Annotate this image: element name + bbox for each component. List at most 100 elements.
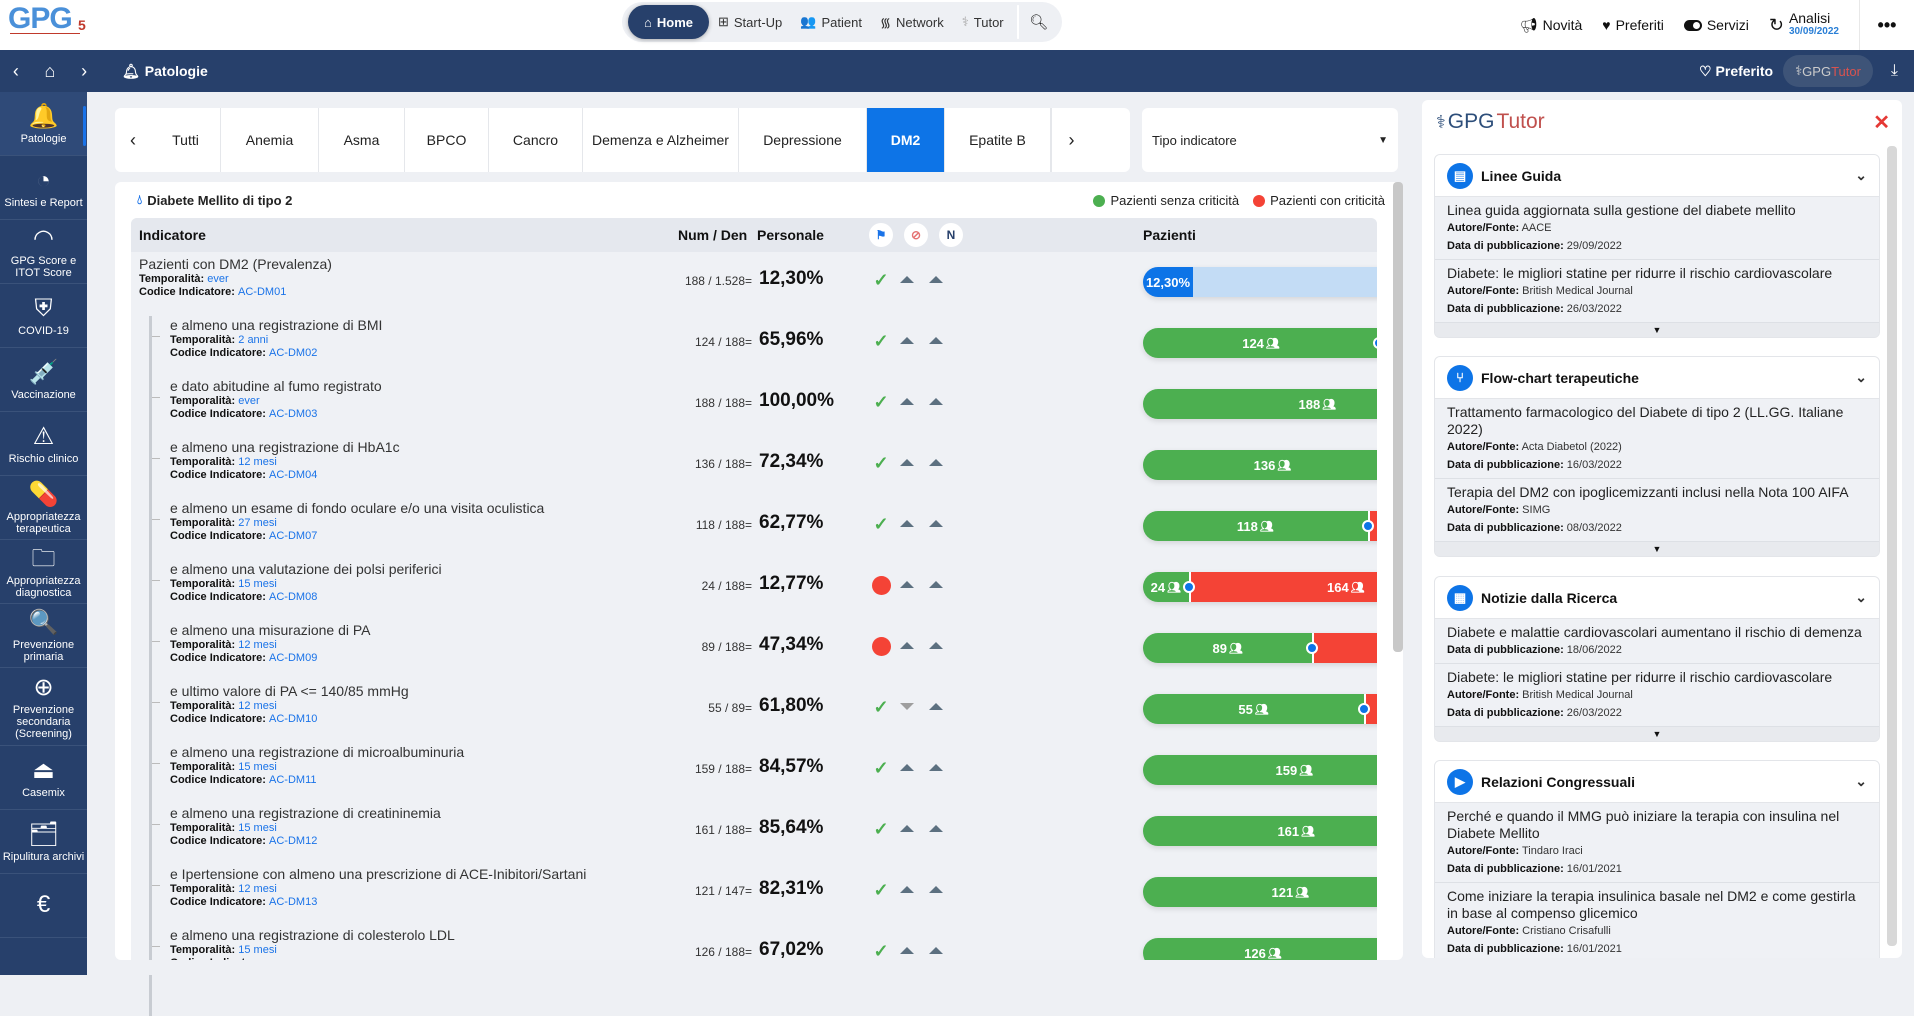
- codice-value[interactable]: AC-DM07: [269, 530, 317, 542]
- patients-ok-segment[interactable]: 124👥︎: [1143, 328, 1377, 358]
- tutor-section-header[interactable]: ▦Notizie dalla Ricerca⌄: [1435, 577, 1879, 619]
- tabs-next-button[interactable]: ›: [1051, 108, 1091, 172]
- close-tutor-button[interactable]: ✕: [1873, 110, 1890, 135]
- tutor-article[interactable]: Linea guida aggiornata sulla gestione de…: [1435, 197, 1879, 260]
- tutor-section-header[interactable]: ▤Linee Guida⌄: [1435, 155, 1879, 197]
- preferiti-button[interactable]: ♥Preferiti: [1602, 17, 1664, 33]
- patients-ok-segment[interactable]: 89👥︎: [1143, 633, 1312, 663]
- header-numden[interactable]: Num / Den: [678, 227, 747, 243]
- nav-patient[interactable]: 👥Patient: [791, 5, 871, 39]
- table-row[interactable]: e almeno una registrazione di creatinine…: [131, 801, 1377, 862]
- table-row[interactable]: e almeno una registrazione di HbA1cTempo…: [131, 435, 1377, 496]
- patients-bar[interactable]: 12,30%: [1143, 267, 1377, 297]
- sidebar-item-gpg-score-e-itot-score[interactable]: ◠GPG Score e ITOT Score: [0, 220, 87, 284]
- preferito-button[interactable]: ♡Preferito: [1699, 63, 1773, 80]
- patients-ko-segment[interactable]: 164👥︎: [1189, 572, 1377, 602]
- tab-tutti[interactable]: Tutti: [151, 108, 221, 172]
- analisi-button[interactable]: ↻Analisi30/09/2022: [1769, 11, 1839, 39]
- sidebar-item-sintesi-e-report[interactable]: ◔Sintesi e Report: [0, 156, 87, 220]
- tab-dm2[interactable]: DM2: [867, 108, 945, 172]
- sidebar-item-covid-19[interactable]: ⛨COVID-19: [0, 284, 87, 348]
- patients-bar[interactable]: 89👥︎99👥︎: [1143, 633, 1377, 663]
- temporalita-value[interactable]: 15 mesi: [238, 578, 277, 590]
- codice-value[interactable]: AC-DM01: [238, 286, 286, 298]
- codice-value[interactable]: AC-DM02: [269, 347, 317, 359]
- patients-ok-segment[interactable]: 55👥︎: [1143, 694, 1364, 724]
- tab-demenza-e-alzheimer[interactable]: Demenza e Alzheimer: [583, 108, 739, 172]
- tab-anemia[interactable]: Anemia: [221, 108, 319, 172]
- patients-ok-segment[interactable]: 126👥︎: [1143, 938, 1377, 960]
- header-indicatore[interactable]: Indicatore: [139, 227, 206, 243]
- table-row[interactable]: e almeno una registrazione di microalbum…: [131, 740, 1377, 801]
- patients-ok-segment[interactable]: 24👥︎: [1143, 572, 1189, 602]
- table-row[interactable]: e ultimo valore di PA <= 140/85 mmHgTemp…: [131, 679, 1377, 740]
- target-icon[interactable]: ⊘: [904, 223, 928, 247]
- patients-bar[interactable]: 136👥︎52👥︎: [1143, 450, 1377, 480]
- home-icon[interactable]: ⌂: [45, 61, 56, 82]
- nav-network[interactable]: ᯾Network: [871, 5, 953, 39]
- back-icon[interactable]: ‹: [13, 61, 19, 82]
- patients-bar[interactable]: 161👥︎27👥︎: [1143, 816, 1377, 846]
- tutor-article[interactable]: Diabete: le migliori statine per ridurre…: [1435, 664, 1879, 727]
- codice-value[interactable]: AC-DM10: [269, 713, 317, 725]
- temporalita-value[interactable]: 12 mesi: [238, 456, 277, 468]
- download-button[interactable]: ⤓: [1891, 62, 1898, 80]
- tab-depressione[interactable]: Depressione: [739, 108, 867, 172]
- table-row[interactable]: e Ipertensione con almeno una prescrizio…: [131, 862, 1377, 923]
- tutor-article[interactable]: Diabete: le migliori statine per ridurre…: [1435, 260, 1879, 323]
- sidebar-item-item[interactable]: €: [0, 874, 87, 938]
- patients-ok-segment[interactable]: 188👥︎: [1143, 389, 1377, 419]
- codice-value[interactable]: AC-DM11: [269, 774, 316, 786]
- patients-ok-segment[interactable]: 121👥︎: [1143, 877, 1377, 907]
- codice-value[interactable]: AC-DM04: [269, 469, 317, 481]
- table-row[interactable]: e almeno una registrazione di colesterol…: [131, 923, 1377, 960]
- table-row[interactable]: e almeno un esame di fondo oculare e/o u…: [131, 496, 1377, 557]
- table-row[interactable]: e dato abitudine al fumo registratoTempo…: [131, 374, 1377, 435]
- sidebar-item-patologie[interactable]: 🔔Patologie: [0, 92, 87, 156]
- codice-value[interactable]: AC-DM08: [269, 591, 317, 603]
- tutor-article[interactable]: Terapia del DM2 con ipoglicemizzanti inc…: [1435, 479, 1879, 542]
- nav-home[interactable]: ⌂Home: [628, 5, 709, 39]
- network-n-icon[interactable]: N: [939, 223, 963, 247]
- sidebar-item-appropriatezza-diagnostica[interactable]: 🗀Appropriatezza diagnostica: [0, 540, 87, 604]
- header-pazienti[interactable]: Pazienti: [1143, 227, 1196, 243]
- temporalita-value[interactable]: 15 mesi: [238, 761, 277, 773]
- temporalita-value[interactable]: 12 mesi: [238, 639, 277, 651]
- temporalita-value[interactable]: 15 mesi: [238, 822, 277, 834]
- patients-ok-segment[interactable]: 118👥︎: [1143, 511, 1368, 541]
- tutor-scrollbar[interactable]: [1887, 146, 1897, 946]
- show-more-button[interactable]: ▼: [1435, 727, 1879, 741]
- tab-asma[interactable]: Asma: [319, 108, 405, 172]
- tutor-section-header[interactable]: ▶Relazioni Congressuali⌄: [1435, 761, 1879, 803]
- table-row[interactable]: e almeno una valutazione dei polsi perif…: [131, 557, 1377, 618]
- patients-bar[interactable]: 124👥︎64👥︎: [1143, 328, 1377, 358]
- temporalita-value[interactable]: 15 mesi: [238, 944, 277, 956]
- codice-value[interactable]: AC-DM13: [269, 896, 317, 908]
- temporalita-value[interactable]: ever: [207, 273, 228, 285]
- tutor-section-header[interactable]: ⑂Flow-chart terapeutiche⌄: [1435, 357, 1879, 399]
- sidebar-item-vaccinazione[interactable]: 💉Vaccinazione: [0, 348, 87, 412]
- patients-ok-segment[interactable]: 159👥︎: [1143, 755, 1377, 785]
- forward-icon[interactable]: ›: [81, 61, 87, 82]
- patients-bar[interactable]: 188👥︎0: [1143, 389, 1377, 419]
- show-more-button[interactable]: ▼: [1435, 542, 1879, 556]
- patients-bar[interactable]: 121👥︎26👥︎: [1143, 877, 1377, 907]
- codice-value[interactable]: AC-DM03: [269, 408, 317, 420]
- table-row[interactable]: e almeno una registrazione di BMITempora…: [131, 313, 1377, 374]
- tab-epatite-b[interactable]: Epatite B: [945, 108, 1051, 172]
- patients-bar[interactable]: 55👥︎34👥︎: [1143, 694, 1377, 724]
- gpg-logo[interactable]: GPG 5: [8, 5, 88, 41]
- tab-cancro[interactable]: Cancro: [489, 108, 583, 172]
- tab-bpco[interactable]: BPCO: [405, 108, 489, 172]
- patients-ko-segment[interactable]: 99👥︎: [1312, 633, 1377, 663]
- more-menu-button[interactable]: •••: [1859, 0, 1914, 50]
- tutor-article[interactable]: Perché e quando il MMG può iniziare la t…: [1435, 803, 1879, 883]
- header-personale[interactable]: Personale: [757, 227, 824, 243]
- temporalita-value[interactable]: 12 mesi: [238, 883, 277, 895]
- nav-tutor[interactable]: ⚕Tutor: [953, 5, 1013, 39]
- sidebar-item-rischio-clinico[interactable]: ⚠Rischio clinico: [0, 412, 87, 476]
- gpg-tutor-button[interactable]: ⚕GPGTutor: [1783, 55, 1873, 87]
- patients-bar[interactable]: 159👥︎29👥︎: [1143, 755, 1377, 785]
- search-button[interactable]: 🔍︎: [1022, 5, 1056, 39]
- nav-start-up[interactable]: ⊞Start-Up: [709, 5, 791, 39]
